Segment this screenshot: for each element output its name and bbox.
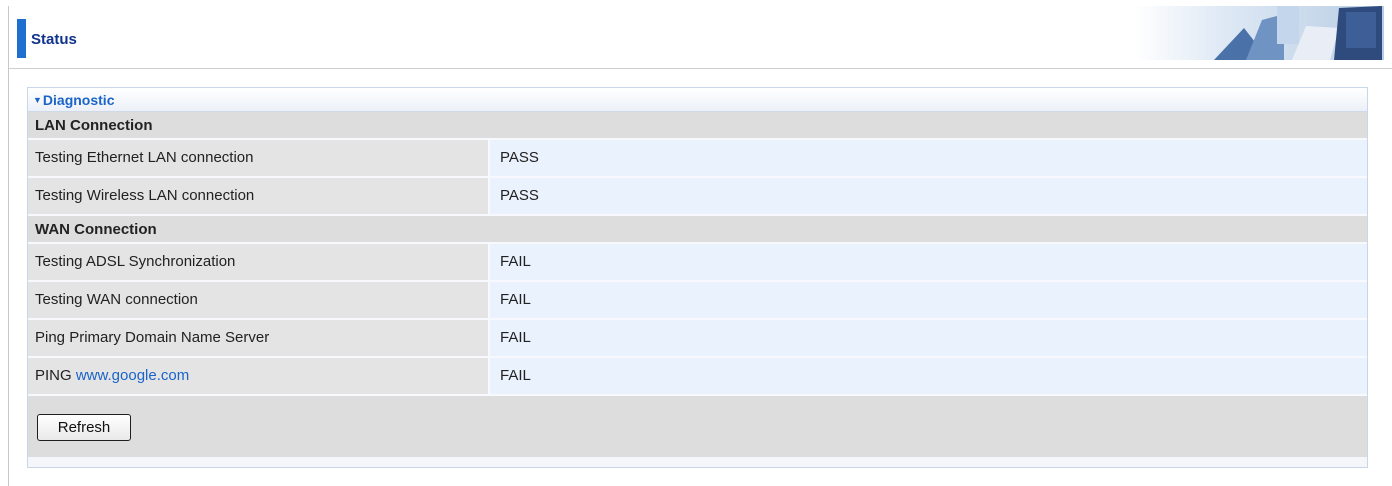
panel-footer: Refresh: [28, 396, 1367, 457]
test-label: Testing Ethernet LAN connection: [28, 140, 490, 176]
table-row: Testing ADSL Synchronization FAIL: [28, 244, 1367, 282]
test-label: Testing ADSL Synchronization: [28, 244, 490, 280]
panel-title: Diagnostic: [42, 92, 115, 108]
test-result: FAIL: [490, 320, 1367, 356]
table-row: Testing Ethernet LAN connection PASS: [28, 140, 1367, 178]
header-banner-image: [1134, 6, 1384, 60]
page-title: Status: [31, 31, 77, 48]
test-result: PASS: [490, 178, 1367, 214]
test-result: FAIL: [490, 358, 1367, 394]
table-row: Testing Wireless LAN connection PASS: [28, 178, 1367, 216]
collapse-triangle-icon[interactable]: ▼: [33, 95, 42, 105]
diagnostic-panel: ▼Diagnostic LAN Connection Testing Ether…: [27, 87, 1368, 468]
status-page: Status ▼Diagnostic LAN Connection Testin…: [0, 0, 1392, 486]
table-row: Testing WAN connection FAIL: [28, 282, 1367, 320]
google-link[interactable]: www.google.com: [76, 367, 189, 384]
test-label: PING www.google.com: [28, 358, 490, 394]
section-wan-connection: WAN Connection: [28, 216, 1367, 244]
left-rule: [8, 6, 9, 486]
test-label: Testing WAN connection: [28, 282, 490, 318]
title-accent-bar: [17, 19, 26, 58]
test-label: Testing Wireless LAN connection: [28, 178, 490, 214]
refresh-button[interactable]: Refresh: [37, 414, 131, 441]
table-row: Ping Primary Domain Name Server FAIL: [28, 320, 1367, 358]
test-result: FAIL: [490, 244, 1367, 280]
ping-prefix-label: PING: [35, 367, 76, 384]
diagnostic-panel-header[interactable]: ▼Diagnostic: [28, 88, 1367, 112]
test-result: FAIL: [490, 282, 1367, 318]
header-divider: [9, 68, 1392, 69]
test-result: PASS: [490, 140, 1367, 176]
test-label: Ping Primary Domain Name Server: [28, 320, 490, 356]
section-lan-connection: LAN Connection: [28, 112, 1367, 140]
table-row: PING www.google.com FAIL: [28, 358, 1367, 396]
